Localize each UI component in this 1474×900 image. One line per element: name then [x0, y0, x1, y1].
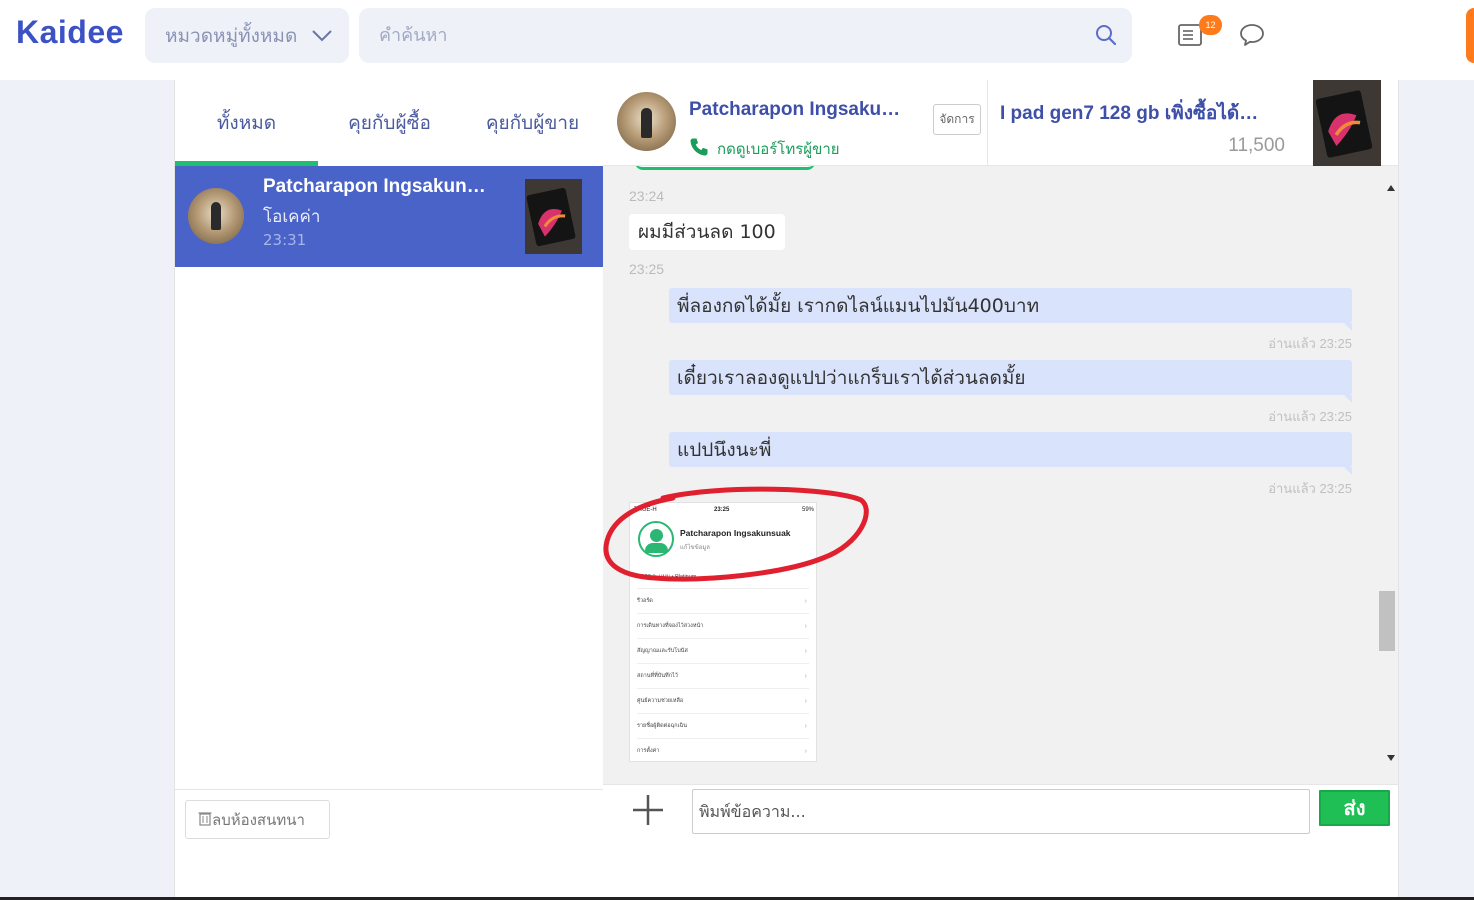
chat-partner-name[interactable]: Patcharapon Ingsaku… [689, 99, 900, 121]
image-battery: 59% [801, 507, 814, 513]
post-listing-button[interactable] [1466, 8, 1474, 63]
delete-conversation-label: ลบห้องสนทนา [212, 810, 305, 829]
image-menu-row: รายชื่อผู้ติดต่อฉุกเฉิน › [637, 713, 809, 738]
tab-sellers[interactable]: คุยกับผู้ขาย [461, 80, 604, 166]
message-timestamp: 23:24 [629, 188, 665, 204]
avatar[interactable] [617, 92, 676, 151]
category-select[interactable]: หมวดหมู่ทั้งหมด [145, 8, 349, 63]
scrollbar[interactable] [1378, 166, 1398, 784]
profile-avatar-icon [638, 521, 674, 557]
previous-message-edge [635, 166, 815, 170]
product-thumbnail [525, 179, 582, 254]
image-status-bar: TRUE-H 23:25 59% [630, 507, 816, 517]
image-menu-row: การตั้งค่า › [637, 738, 809, 761]
divider [603, 784, 1398, 785]
image-menu-row: ศูนย์ความช่วยเหลือ › [637, 688, 809, 713]
chevron-down-icon [311, 25, 333, 49]
manage-button[interactable]: จัดการ [933, 104, 981, 135]
send-button[interactable]: ส่ง [1319, 790, 1390, 826]
search-box [359, 8, 1132, 63]
image-points: 3,128 คะแนน • Platinum [637, 574, 697, 580]
incoming-message: ผมมีส่วนลด 100 [629, 214, 785, 250]
scroll-down-icon[interactable] [1387, 746, 1395, 765]
conversation-list-panel: ทั้งหมด คุยกับผู้ซื้อ คุยกับผู้ขาย Patch… [174, 80, 604, 900]
trash-icon [198, 810, 212, 830]
product-price: 11,500 [1228, 135, 1285, 156]
outgoing-message: เดี๋ยวเราลองดูแปปว่าแกร็บเราได้ส่วนลดมั้… [669, 360, 1352, 403]
outgoing-message: แปปนึงนะพี่ [669, 432, 1352, 475]
image-carrier: TRUE-H [634, 507, 657, 513]
divider [175, 789, 604, 790]
phone-icon [689, 137, 709, 161]
chat-icon[interactable] [1239, 22, 1265, 52]
image-message[interactable]: TRUE-H 23:25 59% Patcharapon Ingsakunsua… [629, 502, 817, 762]
conversation-last-message: โอเคค่า [263, 207, 321, 227]
top-bar: Kaidee หมวดหมู่ทั้งหมด 12 [0, 0, 1474, 80]
show-phone-label: กดดูเบอร์โทรผู้ขาย [717, 140, 840, 158]
conversation-item[interactable]: Patcharapon Ingsakun… โอเคค่า 23:31 [175, 166, 604, 267]
chat-panel: Patcharapon Ingsaku… จัดการ กดดูเบอร์โทร… [603, 80, 1399, 900]
read-status: อ่านแล้ว 23:25 [1268, 481, 1352, 496]
chat-header: Patcharapon Ingsaku… จัดการ กดดูเบอร์โทร… [603, 80, 1398, 166]
show-phone-link[interactable]: กดดูเบอร์โทรผู้ขาย [689, 137, 840, 161]
scroll-up-icon[interactable] [1387, 176, 1395, 195]
avatar [188, 188, 244, 244]
outgoing-message: พี่ลองกดได้มั้ย เรากดไลน์แมนไปมัน400บาท [669, 288, 1352, 331]
message-input[interactable] [692, 789, 1310, 834]
read-status: อ่านแล้ว 23:25 [1268, 409, 1352, 424]
image-menu-row: สัญญาณและรับโบนัส › [637, 638, 809, 663]
conversation-name: Patcharapon Ingsakun… [263, 176, 486, 197]
product-title[interactable]: I pad gen7 128 gb เพิ่งซื้อได้… [1000, 98, 1258, 128]
plus-icon[interactable] [631, 793, 665, 827]
image-profile-name: Patcharapon Ingsakunsuak [680, 528, 791, 538]
message-list[interactable]: 23:24 ผมมีส่วนลด 100 23:25 พี่ลองกดได้มั… [603, 166, 1398, 784]
delete-conversation-button[interactable]: ลบห้องสนทนา [185, 800, 330, 839]
conversation-time: 23:31 [263, 231, 307, 249]
tab-buyers[interactable]: คุยกับผู้ซื้อ [318, 80, 461, 166]
scrollbar-thumb[interactable] [1379, 591, 1395, 651]
message-timestamp: 23:25 [629, 261, 665, 277]
image-clock: 23:25 [714, 507, 730, 513]
divider [987, 80, 988, 166]
category-select-value: หมวดหมู่ทั้งหมด [165, 24, 298, 47]
image-menu-row: การเดินทางที่จองไว้ล่วงหน้า › [637, 613, 809, 638]
tab-all[interactable]: ทั้งหมด [175, 80, 318, 166]
kaidee-logo[interactable]: Kaidee [16, 14, 124, 51]
image-profile-sub: แก้ไขข้อมูล [680, 545, 710, 551]
notification-badge: 12 [1199, 15, 1222, 35]
read-status: อ่านแล้ว 23:25 [1268, 336, 1352, 351]
search-icon[interactable] [1094, 23, 1118, 51]
search-input[interactable] [359, 8, 1059, 63]
conversation-tabs: ทั้งหมด คุยกับผู้ซื้อ คุยกับผู้ขาย [175, 80, 604, 166]
image-menu-row: รีวอร์ด › [637, 588, 809, 613]
image-menu-row: สถานที่ที่บันทึกไว้ › [637, 663, 809, 688]
product-thumbnail[interactable] [1313, 80, 1381, 166]
